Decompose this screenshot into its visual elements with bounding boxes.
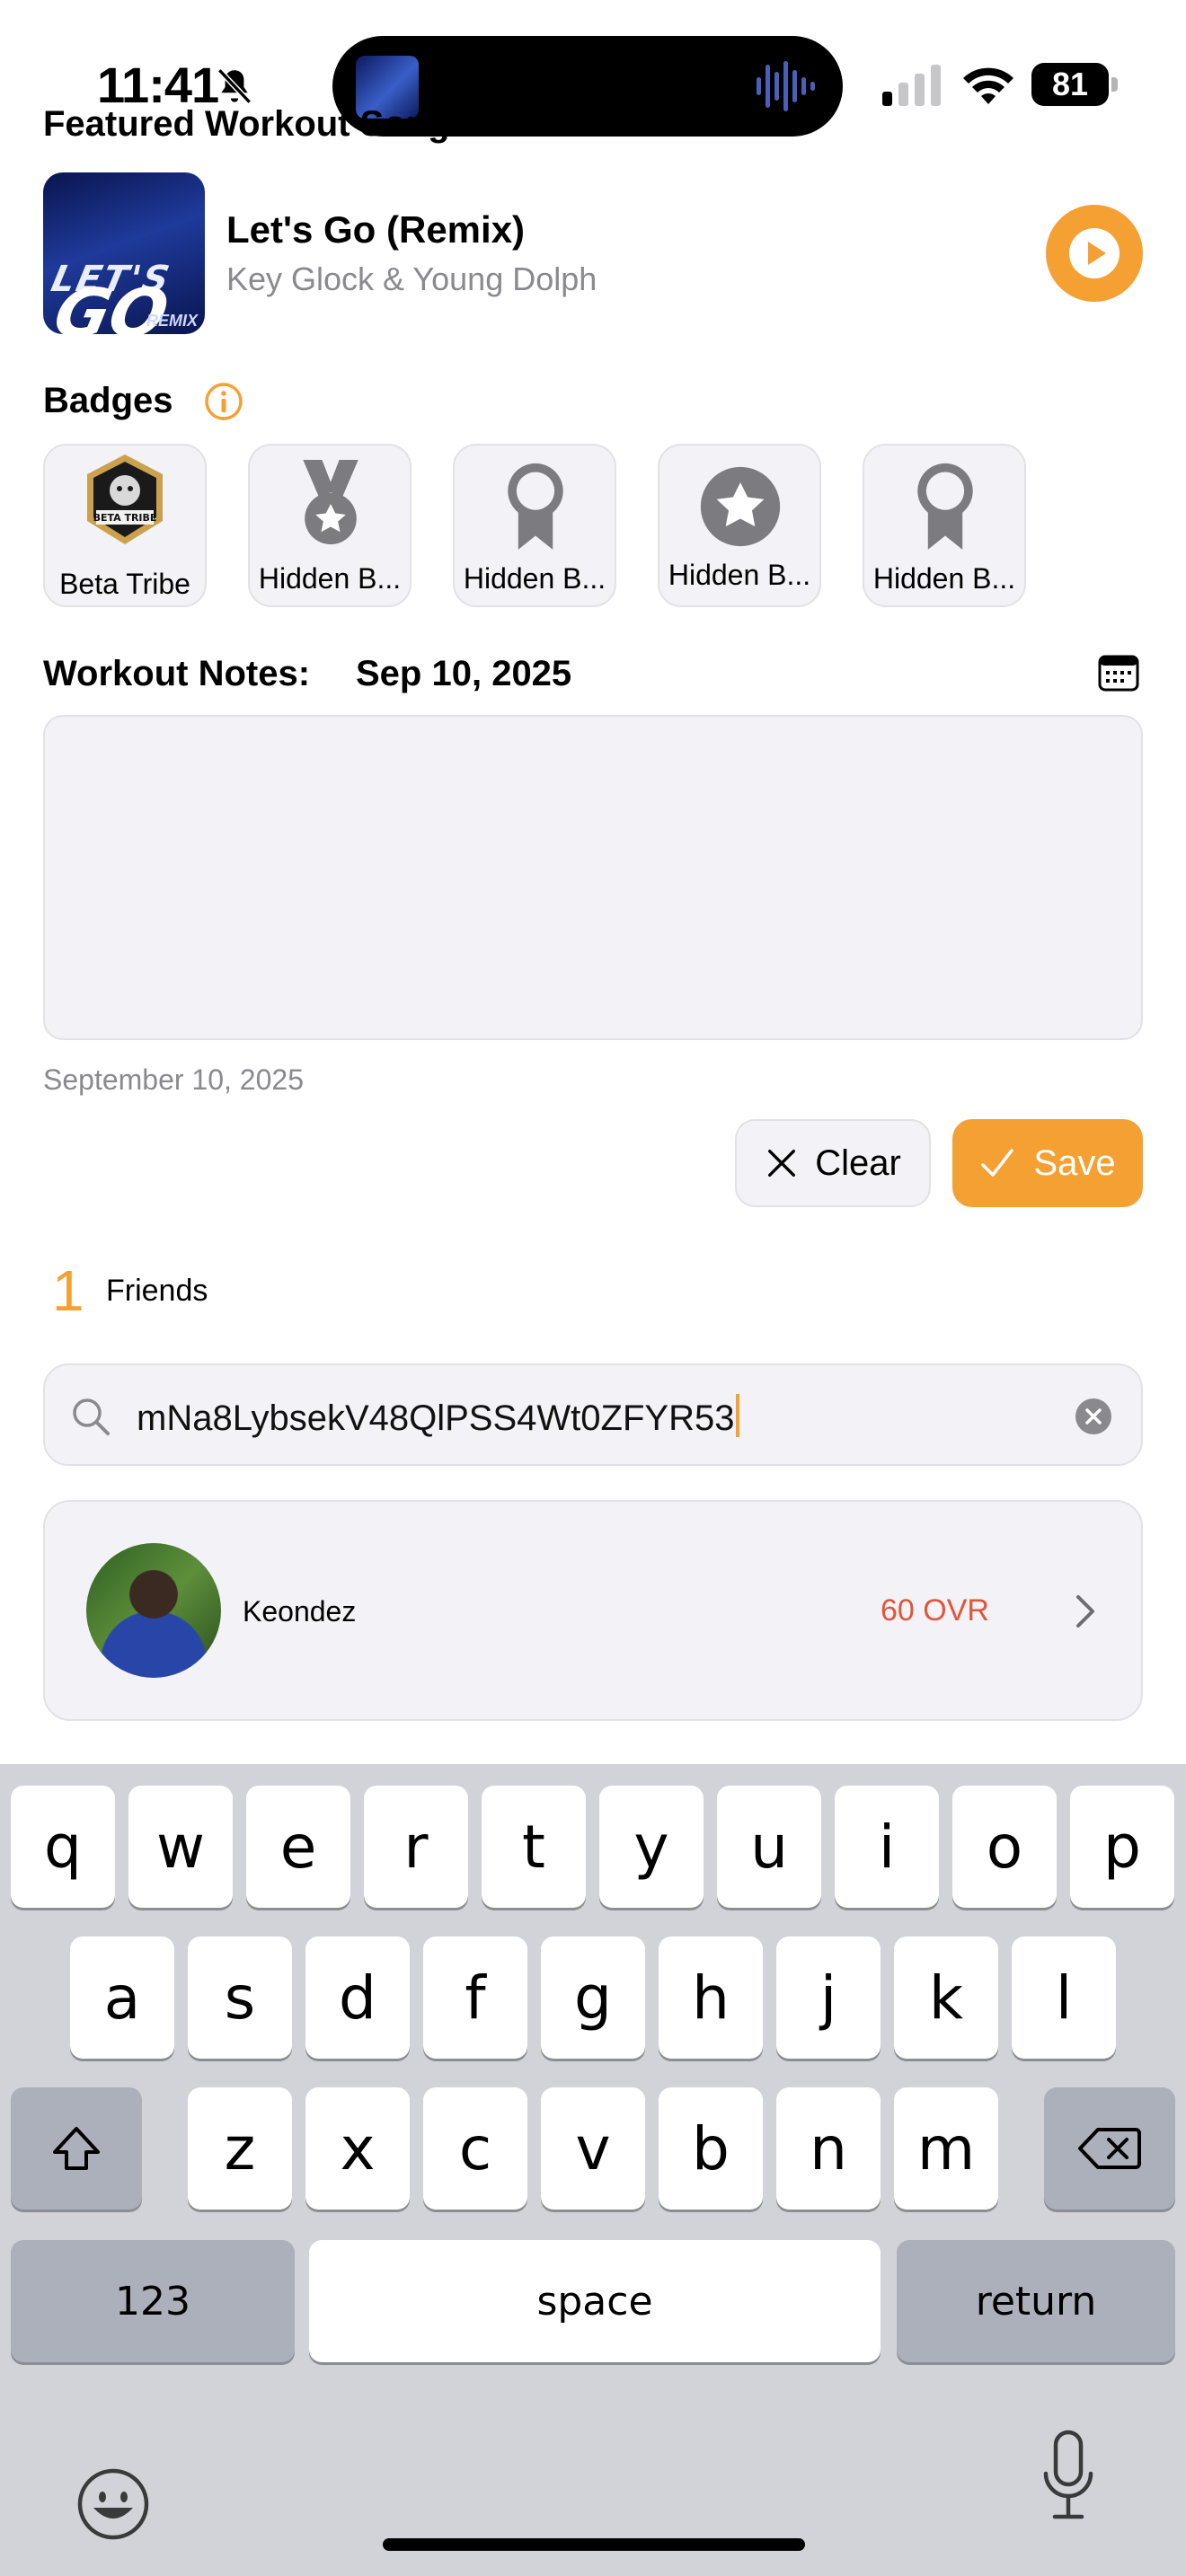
backspace-icon (1078, 2128, 1141, 2169)
key-m[interactable]: m (894, 2087, 998, 2210)
space-key[interactable]: space (309, 2240, 881, 2362)
key-z[interactable]: z (188, 2087, 292, 2210)
workout-notes-date[interactable]: Sep 10, 2025 (356, 654, 571, 694)
key-y[interactable]: y (599, 1786, 704, 1908)
song-title: Let's Go (Remix) (226, 208, 526, 251)
keyboard: q w e r t y u i o p a s d f g h j k l z … (0, 1764, 1186, 2576)
space-key-label: space (536, 2278, 653, 2325)
shift-icon (53, 2127, 100, 2170)
emoji-icon[interactable] (75, 2466, 151, 2542)
badge-label: Beta Tribe (59, 568, 190, 600)
play-icon (1069, 228, 1120, 278)
battery-level: 81 (1051, 66, 1089, 102)
key-x[interactable]: x (305, 2087, 410, 2210)
info-icon[interactable] (203, 381, 244, 422)
microphone-icon[interactable] (1040, 2425, 1096, 2533)
workout-notes-textarea[interactable] (43, 715, 1143, 1040)
badge-label: Hidden B... (668, 559, 811, 591)
badge-beta-tribe[interactable]: BETA TRIBE Beta Tribe (43, 444, 207, 607)
play-button[interactable] (1046, 205, 1143, 302)
numbers-key[interactable]: 123 (11, 2240, 295, 2362)
save-button[interactable]: Save (952, 1119, 1143, 1207)
song-artist: Key Glock & Young Dolph (226, 260, 597, 297)
return-key[interactable]: return (897, 2240, 1175, 2362)
key-o[interactable]: o (952, 1786, 1057, 1908)
key-d[interactable]: d (305, 1936, 410, 2059)
audio-waveform-icon (757, 61, 815, 111)
calendar-icon[interactable] (1098, 654, 1139, 692)
wifi-icon (963, 67, 1013, 104)
home-indicator[interactable] (383, 2538, 805, 2551)
search-input[interactable]: mNa8LybsekV48QlPSS4Wt0ZFYR53 (137, 1394, 740, 1439)
key-g[interactable]: g (541, 1936, 645, 2059)
key-p[interactable]: p (1070, 1786, 1174, 1908)
key-e[interactable]: e (246, 1786, 350, 1908)
shift-key[interactable] (11, 2087, 142, 2210)
friend-name: Keondez (243, 1595, 357, 1628)
friend-avatar (86, 1543, 221, 1678)
signal-icon (882, 65, 941, 106)
search-input-value: mNa8LybsekV48QlPSS4Wt0ZFYR53 (137, 1398, 735, 1438)
key-f[interactable]: f (423, 1936, 527, 2059)
friend-ovr: 60 OVR (881, 1593, 989, 1628)
album-art: LET'S GO REMIX (43, 172, 205, 334)
notes-date-caption: September 10, 2025 (43, 1063, 304, 1096)
badge-hidden-1[interactable]: Hidden B... (248, 444, 412, 607)
key-t[interactable]: t (482, 1786, 586, 1908)
friends-count: 1 (52, 1258, 84, 1323)
badge-hidden-3[interactable]: Hidden B... (658, 444, 821, 607)
ribbon-icon (917, 463, 973, 550)
key-i[interactable]: i (835, 1786, 939, 1908)
key-r[interactable]: r (364, 1786, 468, 1908)
chevron-right-icon (1076, 1595, 1094, 1628)
key-l[interactable]: l (1012, 1936, 1116, 2059)
battery-icon: 81 (1031, 63, 1118, 106)
beta-tribe-crest-text: BETA TRIBE (93, 512, 157, 524)
numbers-key-label: 123 (115, 2278, 190, 2325)
star-circle-icon (700, 466, 781, 547)
clear-button[interactable]: Clear (735, 1119, 931, 1207)
key-w[interactable]: w (128, 1786, 233, 1908)
key-c[interactable]: c (423, 2087, 527, 2210)
delete-key[interactable] (1044, 2087, 1175, 2210)
badge-hidden-2[interactable]: Hidden B... (453, 444, 616, 607)
friends-label: Friends (106, 1274, 208, 1308)
ribbon-icon (508, 463, 563, 550)
badge-label: Hidden B... (463, 562, 606, 595)
badge-label: Hidden B... (258, 562, 402, 595)
workout-notes-label: Workout Notes: (43, 654, 311, 693)
badges-title: Badges (43, 381, 173, 420)
key-h[interactable]: h (659, 1936, 763, 2059)
text-caret (736, 1394, 740, 1437)
key-v[interactable]: v (541, 2087, 645, 2210)
key-n[interactable]: n (776, 2087, 881, 2210)
key-u[interactable]: u (717, 1786, 821, 1908)
key-a[interactable]: a (70, 1936, 174, 2059)
return-key-label: return (975, 2278, 1097, 2325)
close-icon (768, 1150, 796, 1177)
clear-button-label: Clear (815, 1142, 901, 1183)
checkmark-icon (981, 1149, 1014, 1177)
badge-label: Hidden B... (872, 562, 1016, 595)
key-j[interactable]: j (776, 1936, 881, 2059)
key-s[interactable]: s (188, 1936, 292, 2059)
key-q[interactable]: q (11, 1786, 115, 1908)
featured-song-title: Featured Workout Song (43, 104, 450, 144)
album-art-text-small: REMIX (146, 312, 198, 330)
save-button-label: Save (1033, 1142, 1116, 1183)
badge-hidden-4[interactable]: Hidden B... (863, 444, 1026, 607)
key-b[interactable]: b (659, 2087, 763, 2210)
clear-search-icon[interactable] (1075, 1398, 1112, 1435)
beta-tribe-crest-icon: BETA TRIBE (87, 454, 163, 544)
search-icon (73, 1398, 110, 1435)
key-k[interactable]: k (894, 1936, 998, 2059)
bell-slash-icon (217, 68, 252, 104)
medal-icon (303, 460, 358, 545)
